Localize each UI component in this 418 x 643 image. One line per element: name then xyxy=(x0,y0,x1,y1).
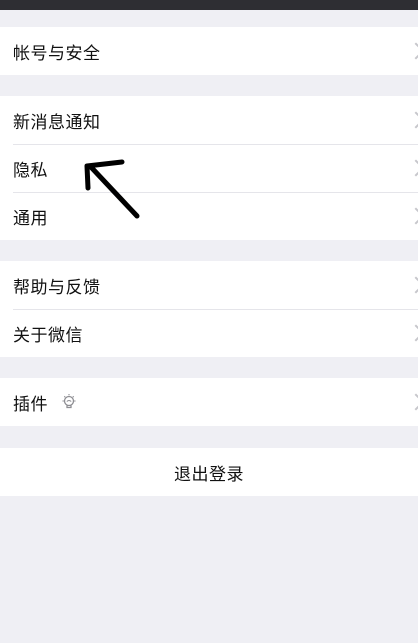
settings-item-account-security[interactable]: 帐号与安全 xyxy=(0,27,418,75)
chevron-right-icon xyxy=(407,42,418,60)
settings-item-privacy[interactable]: 隐私 xyxy=(0,144,418,192)
chevron-right-icon xyxy=(407,159,418,177)
settings-group-help: 帮助与反馈 关于微信 xyxy=(0,261,418,357)
chevron-right-icon xyxy=(407,207,418,225)
status-bar xyxy=(0,0,418,10)
chevron-right-icon xyxy=(407,111,418,129)
settings-item-help-feedback[interactable]: 帮助与反馈 xyxy=(0,261,418,309)
settings-item-about[interactable]: 关于微信 xyxy=(0,309,418,357)
lightbulb-icon xyxy=(62,394,76,409)
hand-drawn-arrow-icon xyxy=(84,159,140,219)
settings-item-label: 帮助与反馈 xyxy=(13,277,101,298)
chevron-right-icon xyxy=(407,393,418,411)
settings-item-label: 通用 xyxy=(13,208,48,229)
settings-item-label: 新消息通知 xyxy=(13,112,101,133)
chevron-right-icon xyxy=(407,276,418,294)
settings-item-label: 隐私 xyxy=(13,160,48,181)
settings-group-account: 帐号与安全 xyxy=(0,27,418,75)
settings-item-plugins[interactable]: 插件 xyxy=(0,378,418,426)
settings-item-label: 关于微信 xyxy=(13,325,83,346)
logout-label: 退出登录 xyxy=(174,464,244,485)
settings-item-label: 插件 xyxy=(13,394,48,415)
settings-item-notifications[interactable]: 新消息通知 xyxy=(0,96,418,144)
settings-group-general: 新消息通知 隐私 通用 xyxy=(0,96,418,240)
logout-button[interactable]: 退出登录 xyxy=(0,448,418,496)
settings-item-label: 帐号与安全 xyxy=(13,43,101,64)
settings-item-general[interactable]: 通用 xyxy=(0,192,418,240)
settings-group-plugins: 插件 xyxy=(0,378,418,426)
chevron-right-icon xyxy=(407,324,418,342)
logout-group: 退出登录 xyxy=(0,448,418,496)
